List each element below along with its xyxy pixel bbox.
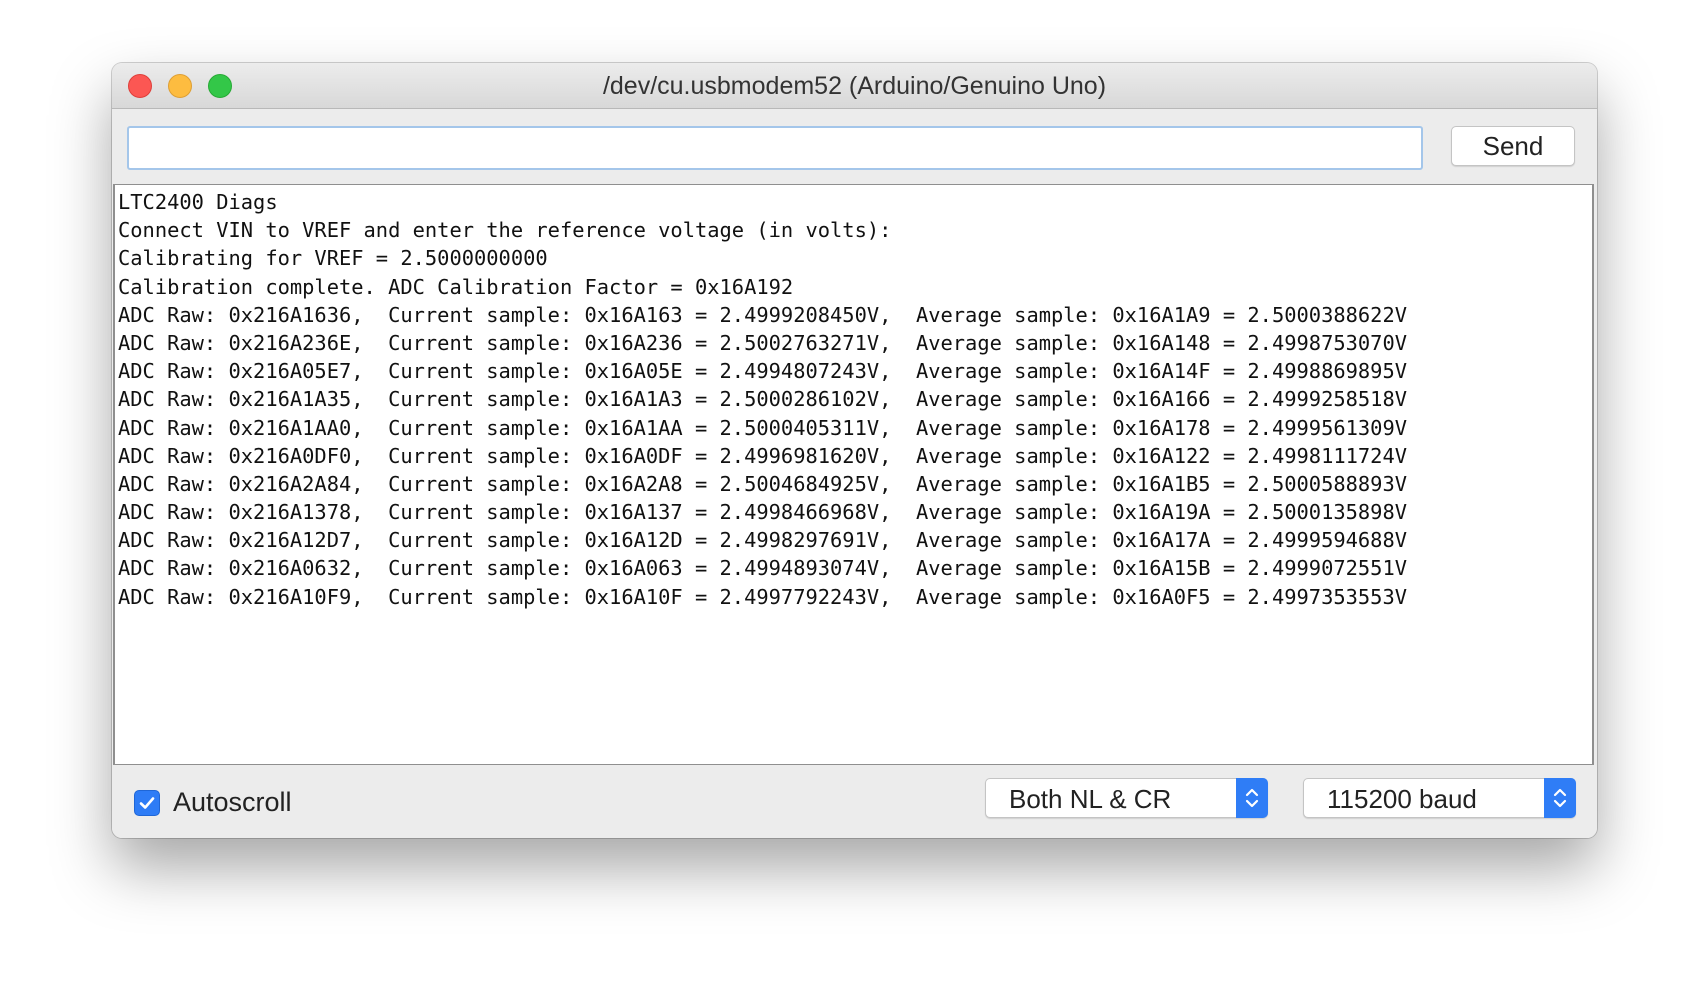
screen-background: /dev/cu.usbmodem52 (Arduino/Genuino Uno)…: [0, 0, 1702, 994]
line-ending-value: Both NL & CR: [1009, 784, 1172, 814]
output-line: Calibrating for VREF = 2.5000000000: [118, 246, 548, 271]
title-bar[interactable]: /dev/cu.usbmodem52 (Arduino/Genuino Uno): [112, 63, 1597, 109]
output-line: ADC Raw: 0x216A1636, Current sample: 0x1…: [118, 302, 1408, 327]
output-line: ADC Raw: 0x216A1A35, Current sample: 0x1…: [118, 387, 1408, 412]
output-line: Connect VIN to VREF and enter the refere…: [118, 218, 892, 243]
output-line: ADC Raw: 0x216A1AA0, Current sample: 0x1…: [118, 415, 1408, 440]
output-line: LTC2400 Diags: [118, 190, 278, 214]
serial-output[interactable]: LTC2400 Diags Connect VIN to VREF and en…: [113, 184, 1594, 765]
serial-monitor-window: /dev/cu.usbmodem52 (Arduino/Genuino Uno)…: [112, 63, 1597, 838]
footer-bar: Autoscroll Both NL & CR 115200 baud: [112, 765, 1597, 838]
output-line: ADC Raw: 0x216A2A84, Current sample: 0x1…: [118, 471, 1408, 496]
serial-input[interactable]: [127, 126, 1423, 170]
output-line: Calibration complete. ADC Calibration Fa…: [118, 274, 794, 299]
output-line: ADC Raw: 0x216A1378, Current sample: 0x1…: [118, 500, 1408, 525]
output-line: ADC Raw: 0x216A0632, Current sample: 0x1…: [118, 556, 1408, 581]
autoscroll-checkbox[interactable]: [134, 789, 160, 816]
autoscroll-toggle[interactable]: Autoscroll: [134, 787, 292, 818]
window-title: /dev/cu.usbmodem52 (Arduino/Genuino Uno): [602, 72, 1107, 100]
output-line: ADC Raw: 0x216A10F9, Current sample: 0x1…: [118, 584, 1408, 609]
checkmark-icon: [139, 796, 155, 809]
send-button[interactable]: Send: [1451, 126, 1575, 166]
output-line: ADC Raw: 0x216A0DF0, Current sample: 0x1…: [118, 443, 1408, 468]
chevron-up-down-icon[interactable]: [1236, 778, 1268, 818]
line-ending-select[interactable]: Both NL & CR: [985, 778, 1268, 818]
baud-rate-value: 115200 baud: [1327, 784, 1477, 814]
autoscroll-label: Autoscroll: [173, 787, 292, 817]
baud-rate-select[interactable]: 115200 baud: [1303, 778, 1576, 818]
output-line: ADC Raw: 0x216A05E7, Current sample: 0x1…: [118, 359, 1408, 384]
chevron-up-down-icon[interactable]: [1544, 778, 1576, 818]
output-line: ADC Raw: 0x216A236E, Current sample: 0x1…: [118, 330, 1408, 355]
output-line: ADC Raw: 0x216A12D7, Current sample: 0x1…: [118, 528, 1408, 553]
